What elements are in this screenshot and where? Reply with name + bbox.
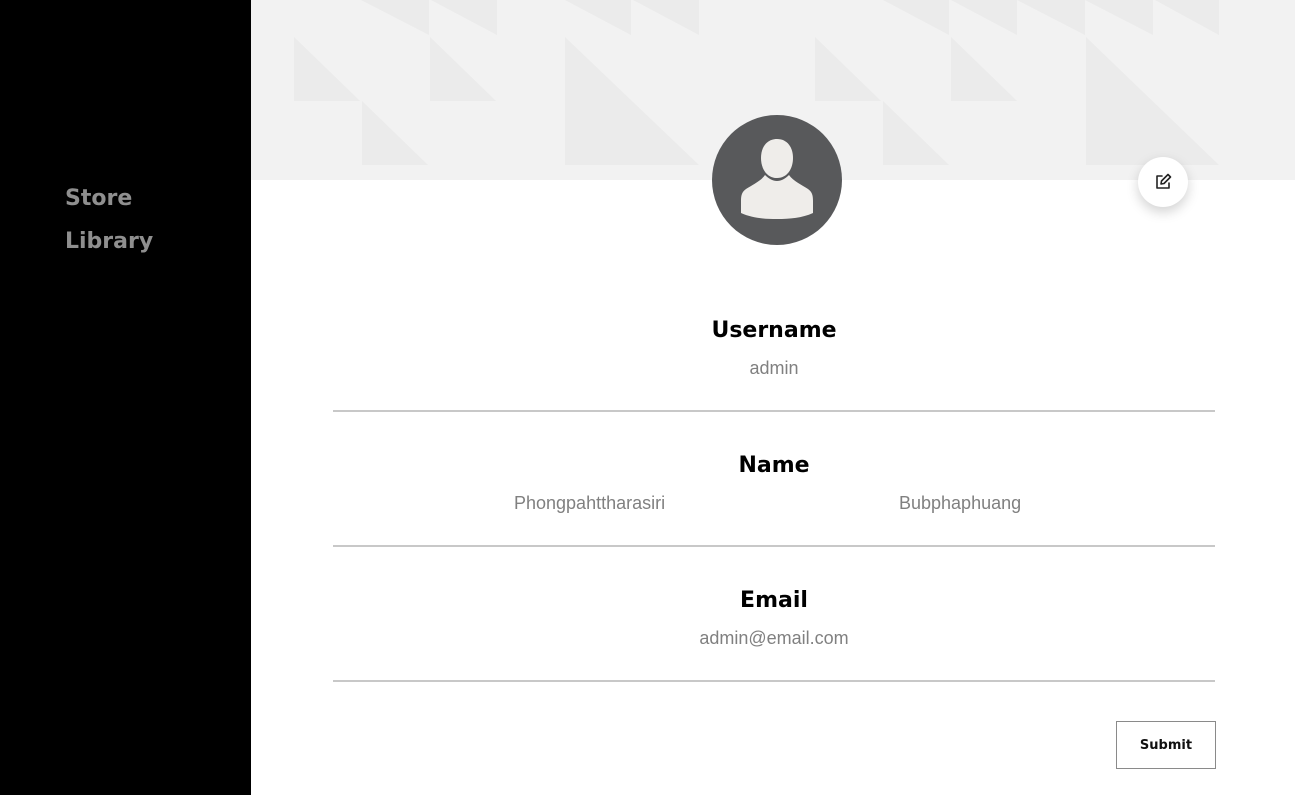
name-label: Name — [738, 453, 810, 478]
name-field: Name Phongpahttharasiri Bubphaphuang — [333, 412, 1215, 547]
email-label: Email — [740, 588, 808, 613]
email-field: Email admin@email.com — [333, 547, 1215, 682]
username-field: Username admin — [333, 277, 1215, 412]
profile-avatar — [712, 115, 842, 245]
sidebar-item-library[interactable]: Library — [65, 229, 153, 255]
submit-button[interactable]: Submit — [1116, 721, 1216, 769]
edit-profile-button[interactable] — [1138, 157, 1188, 207]
app-root: Store Library Username admin Name Phongp… — [0, 0, 1295, 795]
username-label: Username — [711, 318, 837, 343]
last-name-value: Bubphaphuang — [899, 493, 1022, 513]
user-silhouette-icon — [741, 139, 813, 219]
sidebar-item-store[interactable]: Store — [65, 186, 132, 212]
profile-page: Username admin Name Phongpahttharasiri B… — [251, 0, 1295, 795]
username-value: admin — [749, 358, 799, 378]
email-value: admin@email.com — [699, 628, 849, 648]
edit-icon — [1156, 173, 1172, 189]
sidebar: Store Library — [0, 0, 251, 795]
first-name-value: Phongpahttharasiri — [514, 493, 666, 513]
